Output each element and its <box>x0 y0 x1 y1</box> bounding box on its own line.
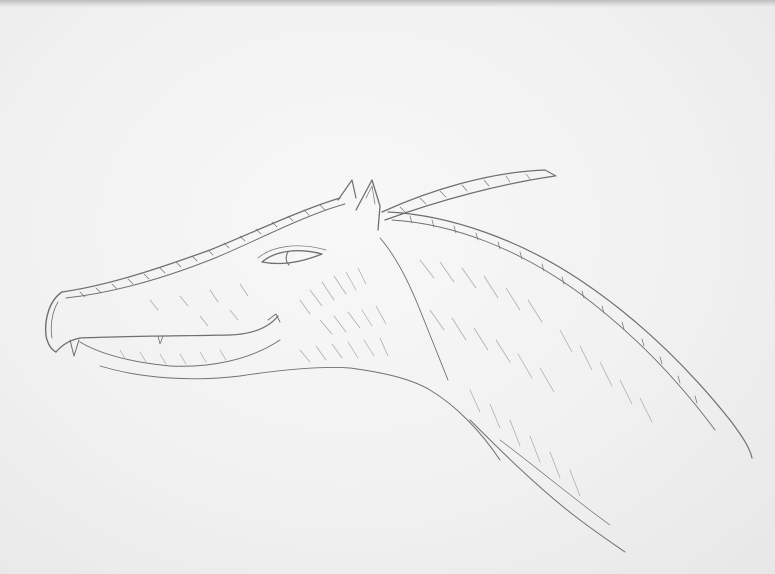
eye-icon <box>257 245 327 266</box>
dragon-head-outline <box>44 197 501 461</box>
horn-icon <box>381 169 557 221</box>
dragon-neck-outline <box>387 211 753 553</box>
fur-shading <box>119 259 653 497</box>
dorsal-ridge <box>79 204 698 404</box>
dragon-head-sketch-icon <box>44 169 753 553</box>
ear-icon <box>337 179 381 231</box>
